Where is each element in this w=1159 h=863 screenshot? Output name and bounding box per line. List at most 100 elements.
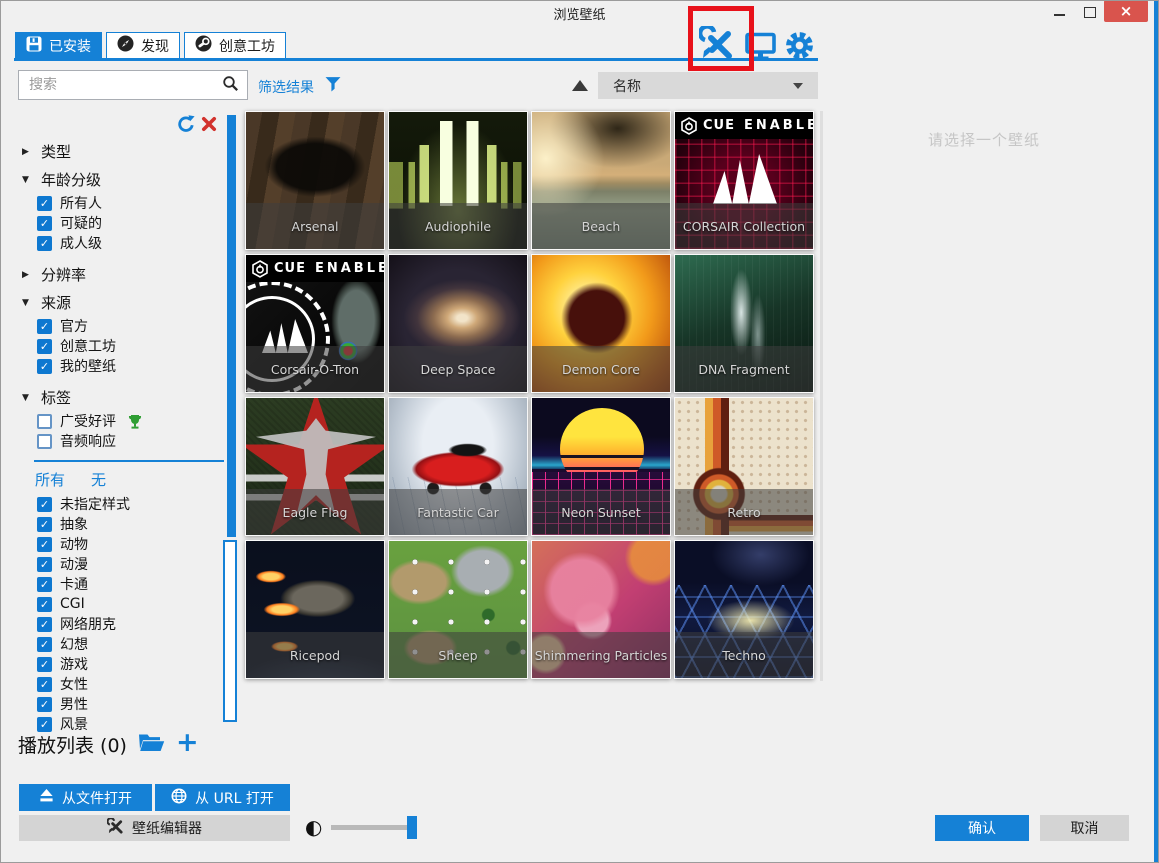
sidebar-scrollbar-thumb[interactable] [223,540,237,722]
checkbox[interactable]: ✓ [37,577,52,592]
wallpaper-tile[interactable]: Arsenal [245,111,385,250]
empty-selection-hint: 请选择一个壁纸 [826,129,1142,150]
filter-option-label: 幻想 [60,634,88,654]
sidebar-scrollbar-track[interactable] [227,115,236,537]
wallpaper-tile[interactable]: DNA Fragment [674,254,814,393]
cancel-button[interactable]: 取消 [1040,815,1129,841]
filter-option-label: 可疑的 [60,213,102,233]
filter-option: ✓ 抽象 [18,514,223,534]
filter-icon[interactable] [325,76,341,96]
filter-option-label: 动物 [60,534,88,554]
select-none-link[interactable]: 无 [91,469,106,490]
sidebar-section-header[interactable]: ▶分辨率 [18,262,223,287]
filter-option-label: 成人级 [60,233,102,253]
section-label: 分辨率 [41,264,86,285]
checkbox[interactable]: ✓ [37,697,52,712]
filter-option-label: 抽象 [60,514,88,534]
checkbox[interactable] [37,414,52,429]
wallpaper-tile[interactable]: CUEENABLEDCorsair-O-Tron [245,254,385,393]
maximize-button[interactable] [1076,2,1102,22]
sidebar-section-header[interactable]: ▶类型 [18,139,223,164]
search-input[interactable] [27,76,222,94]
select-all-link[interactable]: 所有 [35,469,65,490]
checkbox[interactable]: ✓ [37,196,52,211]
wallpaper-title: Eagle Flag [246,489,384,535]
checkbox[interactable]: ✓ [37,497,52,512]
open-playlist-folder-icon[interactable] [138,732,165,756]
wallpaper-tile[interactable]: Retro [674,397,814,536]
wallpaper-tile[interactable]: Eagle Flag [245,397,385,536]
wallpaper-tile[interactable]: Demon Core [531,254,671,393]
checkbox[interactable]: ✓ [37,617,52,632]
checkbox[interactable]: ✓ [37,557,52,572]
window-title: 浏览壁纸 [553,4,605,23]
chevron-down-icon: ▼ [22,393,32,403]
wallpaper-tile[interactable]: Deep Space [388,254,528,393]
add-playlist-icon[interactable]: + [176,729,199,756]
sidebar-section-header[interactable]: ▼ 来源 [18,290,223,315]
title-bar: 浏览壁纸 × [0,0,1159,24]
checkbox[interactable]: ✓ [37,236,52,251]
section-label: 类型 [41,141,71,162]
wallpaper-tile[interactable]: Techno [674,540,814,679]
upload-icon [39,788,54,807]
confirm-button[interactable]: 确认 [935,815,1029,841]
grid-scrollbar-track[interactable] [820,111,823,681]
wallpaper-tile[interactable]: Audiophile [388,111,528,250]
opacity-slider-track[interactable] [331,825,415,830]
checkbox[interactable]: ✓ [37,657,52,672]
tab-installed[interactable]: 已安装 [15,32,102,59]
open-from-file-button[interactable]: 从文件打开 [19,784,152,811]
playlist-label: 播放列表 (0) [18,731,127,758]
workshop-icon [195,35,212,56]
filter-option: ✓男性 [18,694,223,714]
wallpaper-title: Deep Space [389,346,527,392]
cue-enabled-badge: CUEENABLED [675,112,814,139]
section-label: 年龄分级 [41,169,101,190]
wallpaper-title: Shimmering Particles [532,632,670,678]
sidebar-section-header[interactable]: ▼标签 [18,385,223,410]
checkbox[interactable]: ✓ [37,637,52,652]
wallpaper-title: Arsenal [246,203,384,249]
checkbox[interactable]: ✓ [37,359,52,374]
tab-workshop[interactable]: 创意工坊 [184,32,286,59]
opacity-slider-handle[interactable] [407,816,417,839]
clear-filters-icon[interactable] [201,116,217,136]
checkbox[interactable]: ✓ [37,677,52,692]
wallpaper-tile[interactable]: Beach [531,111,671,250]
chevron-down-icon: ▼ [22,298,32,308]
filter-option-label: CGI [60,596,85,612]
wallpaper-tile[interactable]: Shimmering Particles [531,540,671,679]
checkbox[interactable]: ✓ [37,537,52,552]
wallpaper-title: CORSAIR Collection [675,203,813,249]
checkbox[interactable]: ✓ [37,517,52,532]
sidebar-section-header[interactable]: ▼年龄分级 [18,167,223,192]
filter-option-label: 女性 [60,674,88,694]
minimize-button[interactable] [1046,2,1072,22]
tab-discover[interactable]: 发现 [106,32,180,59]
filter-option-label: 所有人 [60,193,102,213]
wallpaper-tile[interactable]: Sheep [388,540,528,679]
tab-label: 已安装 [49,36,91,56]
checkbox[interactable]: ✓ [37,597,52,612]
checkbox[interactable]: ✓ [37,216,52,231]
close-button[interactable]: × [1104,0,1148,22]
wallpaper-tile[interactable]: Ricepod [245,540,385,679]
section-label: 来源 [41,292,71,313]
checkbox[interactable] [37,434,52,449]
filter-option: ✓ 成人级 [18,233,223,253]
wallpaper-tile[interactable]: CUEENABLED CORSAIR Collection [674,111,814,250]
sort-ascending-icon[interactable] [572,80,588,91]
wallpaper-editor-button[interactable]: 壁纸编辑器 [19,815,290,841]
wallpaper-title: Techno [675,632,813,678]
wallpaper-tile[interactable]: Neon Sunset [531,397,671,536]
sort-dropdown[interactable]: 名称 [598,72,818,99]
checkbox[interactable]: ✓ [37,319,52,334]
confirm-label: 确认 [968,818,996,838]
wallpaper-tile[interactable]: Fantastic Car [388,397,528,536]
open-from-url-button[interactable]: 从 URL 打开 [155,784,290,811]
refresh-filters-icon[interactable] [176,115,196,138]
checkbox[interactable]: ✓ [37,339,52,354]
wallpaper-title: Corsair-O-Tron [246,346,384,392]
search-box [18,70,248,100]
